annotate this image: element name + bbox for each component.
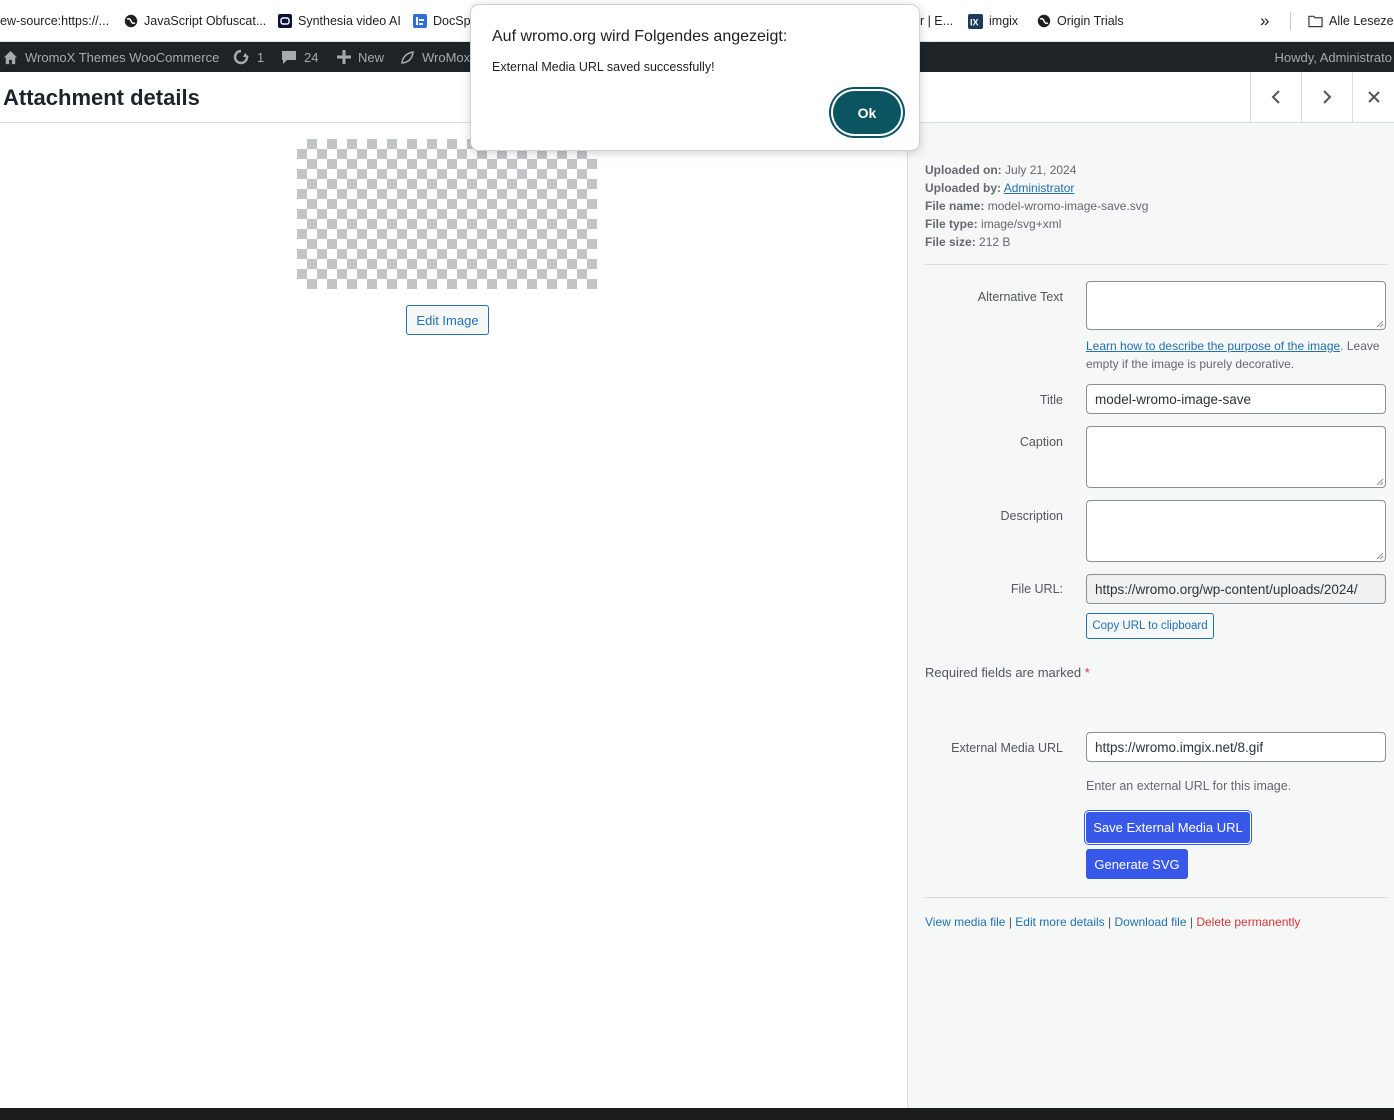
file-name: File name: model-wromo-image-save.svg bbox=[925, 199, 1149, 213]
caption-field[interactable] bbox=[1086, 426, 1386, 488]
chevron-left-icon bbox=[1271, 90, 1280, 104]
bookmark-docsp[interactable]: DocSp bbox=[412, 0, 471, 41]
globe-icon bbox=[1036, 14, 1051, 29]
file-url-field[interactable]: https://wromo.org/wp-content/uploads/202… bbox=[1086, 574, 1386, 604]
generate-svg-button[interactable]: Generate SVG bbox=[1086, 849, 1188, 879]
uploaded-by: Uploaded by: Administrator bbox=[925, 181, 1075, 195]
bookmark-js-obfuscator[interactable]: JavaScript Obfuscat... bbox=[123, 0, 266, 41]
divider bbox=[925, 897, 1387, 898]
comment-icon bbox=[282, 50, 296, 64]
resize-grip-icon bbox=[1376, 478, 1384, 486]
alert-dialog: Auf wromo.org wird Folgendes angezeigt: … bbox=[470, 4, 920, 151]
leaf-icon bbox=[401, 50, 414, 64]
page-title: Attachment details bbox=[3, 85, 200, 110]
uploader-link[interactable]: Administrator bbox=[1004, 181, 1075, 195]
imgix-icon: IX bbox=[968, 13, 983, 29]
bookmark-synthesia[interactable]: Synthesia video AI bbox=[277, 0, 401, 41]
edit-image-button[interactable]: Edit Image bbox=[406, 305, 489, 335]
file-url-label: File URL: bbox=[1010, 582, 1063, 596]
admin-bar-wromox[interactable]: WroMox bbox=[400, 42, 470, 72]
file-type: File type: image/svg+xml bbox=[925, 217, 1062, 231]
save-external-url-button[interactable]: Save External Media URL bbox=[1086, 812, 1250, 843]
updates-icon bbox=[233, 49, 249, 65]
caption-label: Caption bbox=[1019, 435, 1063, 449]
attachment-actions: View media file | Edit more details | Do… bbox=[925, 915, 1301, 929]
external-url-label: External Media URL bbox=[951, 741, 1063, 755]
admin-bar-updates[interactable]: 1 bbox=[232, 42, 264, 72]
admin-bar-comments[interactable]: 24 bbox=[281, 42, 318, 72]
all-bookmarks-folder[interactable]: Alle Lesezei bbox=[1308, 0, 1394, 41]
alt-text-label: Alternative Text bbox=[977, 290, 1063, 304]
resize-grip-icon bbox=[1376, 552, 1384, 560]
admin-bar-account[interactable]: Howdy, Administrato bbox=[1274, 42, 1392, 72]
next-button[interactable] bbox=[1301, 72, 1352, 122]
bookmark-origin-trials[interactable]: Origin Trials bbox=[1036, 0, 1124, 41]
close-button[interactable] bbox=[1352, 72, 1394, 122]
edit-details-link[interactable]: Edit more details bbox=[1015, 915, 1104, 929]
svg-text:IX: IX bbox=[970, 17, 979, 27]
external-url-field[interactable]: https://wromo.imgix.net/8.gif bbox=[1086, 732, 1386, 762]
description-label: Description bbox=[1000, 509, 1063, 523]
download-file-link[interactable]: Download file bbox=[1114, 915, 1186, 929]
docs-icon bbox=[412, 14, 427, 29]
admin-bar-new[interactable]: New bbox=[337, 42, 384, 72]
file-size: File size: 212 B bbox=[925, 235, 1011, 249]
required-note: Required fields are marked * bbox=[925, 665, 1090, 680]
folder-icon bbox=[1308, 14, 1323, 29]
title-label: Title bbox=[1039, 393, 1063, 407]
copy-url-button[interactable]: Copy URL to clipboard bbox=[1086, 613, 1214, 639]
resize-grip-icon bbox=[1376, 320, 1384, 328]
alt-text-help-link[interactable]: Learn how to describe the purpose of the… bbox=[1086, 339, 1340, 353]
attachment-sidebar: Uploaded on: July 21, 2024 Uploaded by: … bbox=[907, 123, 1394, 1108]
ok-button[interactable]: Ok bbox=[833, 91, 901, 134]
alt-text-field[interactable] bbox=[1086, 281, 1386, 330]
bookmarks-divider bbox=[1290, 12, 1291, 30]
home-icon bbox=[3, 50, 18, 64]
delete-permanently-link[interactable]: Delete permanently bbox=[1196, 915, 1300, 929]
view-media-link[interactable]: View media file bbox=[925, 915, 1005, 929]
alert-title: Auf wromo.org wird Folgendes angezeigt: bbox=[492, 28, 788, 45]
bookmark-imgix[interactable]: IX imgix bbox=[968, 0, 1018, 41]
bookmark-view-source[interactable]: ew-source:https://... bbox=[0, 0, 109, 41]
image-preview bbox=[297, 139, 597, 289]
divider bbox=[925, 264, 1387, 265]
external-url-help: Enter an external URL for this image. bbox=[1086, 779, 1292, 793]
background-strip bbox=[0, 1108, 1394, 1120]
attachment-info: Uploaded on: July 21, 2024 Uploaded by: … bbox=[925, 161, 1148, 251]
uploaded-on: Uploaded on: July 21, 2024 bbox=[925, 163, 1077, 177]
previous-button[interactable] bbox=[1250, 72, 1301, 122]
description-field[interactable] bbox=[1086, 500, 1386, 562]
chevron-right-icon bbox=[1323, 90, 1332, 104]
globe-icon bbox=[123, 14, 138, 29]
alert-message: External Media URL saved successfully! bbox=[492, 60, 715, 74]
title-field[interactable]: model-wromo-image-save bbox=[1086, 384, 1386, 414]
alt-text-help: Learn how to describe the purpose of the… bbox=[1086, 339, 1380, 371]
admin-bar-site[interactable]: WromoX Themes WooCommerce bbox=[3, 42, 219, 72]
close-icon bbox=[1367, 91, 1380, 103]
synthesia-icon bbox=[277, 14, 292, 29]
plus-icon bbox=[337, 50, 351, 64]
more-bookmarks-chevron-icon[interactable]: » bbox=[1260, 0, 1269, 41]
